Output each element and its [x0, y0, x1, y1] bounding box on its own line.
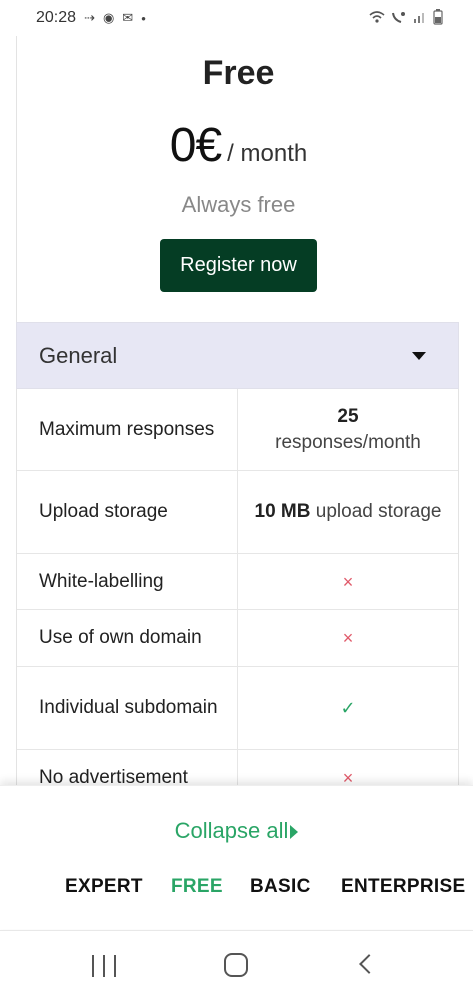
feature-table: Maximum responses 25 responses/month Uplo…	[16, 389, 459, 785]
table-row: Maximum responses 25 responses/month	[17, 389, 458, 471]
feature-value: 10 MB upload storage	[238, 471, 458, 553]
check-icon: ✓	[340, 698, 356, 718]
table-row: Individual subdomain ✓	[17, 667, 458, 750]
status-time: 20:28	[36, 9, 77, 26]
feature-label: Individual subdomain	[17, 667, 238, 749]
register-button[interactable]: Register now	[160, 239, 317, 292]
plan-name: Free	[202, 54, 275, 92]
status-bar: 20:28 ⇢ ◉ ✉ •	[0, 0, 473, 36]
plan-tagline: Always free	[181, 192, 296, 217]
table-row: White-labelling ×	[17, 554, 458, 610]
home-icon[interactable]	[224, 953, 248, 977]
status-right	[369, 8, 443, 28]
dot-icon: •	[141, 10, 146, 26]
play-arrow-icon[interactable]	[290, 825, 299, 840]
record-icon: ◉	[102, 10, 115, 25]
feature-value: ×	[238, 610, 458, 666]
back-icon[interactable]	[359, 954, 379, 974]
feature-value: ✓	[238, 667, 458, 749]
value-text: upload storage	[315, 501, 442, 522]
price-period: / month	[227, 140, 308, 167]
price-row: 0€ / month	[17, 118, 460, 173]
volte-icon	[391, 10, 407, 27]
call-forward-icon: ⇢	[84, 10, 95, 25]
section-header-general[interactable]: General	[16, 322, 459, 389]
signal-icon	[413, 10, 427, 27]
collapse-all-label[interactable]: Collapse all	[175, 818, 289, 843]
cross-icon: ×	[342, 628, 354, 648]
collapse-all-link[interactable]: Collapse all	[0, 818, 473, 844]
feature-label: Maximum responses	[17, 389, 238, 470]
status-left: 20:28 ⇢ ◉ ✉ •	[36, 9, 146, 27]
feature-value: ×	[238, 750, 458, 786]
feature-label: White-labelling	[17, 554, 238, 609]
caret-down-icon[interactable]	[412, 351, 426, 360]
battery-icon	[433, 8, 443, 28]
pricing-card: Free 0€ / month Always free Register now	[16, 36, 459, 322]
section-title: General	[39, 342, 118, 368]
wifi-icon	[369, 10, 385, 27]
table-row: Upload storage 10 MB upload storage	[17, 471, 458, 554]
plan-tabs: EXPERT FREE BASIC ENTERPRISE	[0, 876, 473, 902]
price-value: 0€	[169, 119, 222, 172]
feature-value: ×	[238, 554, 458, 609]
tab-free[interactable]: FREE	[171, 876, 223, 898]
tab-basic[interactable]: BASIC	[250, 876, 311, 898]
feature-label: No advertisement	[17, 750, 238, 785]
feature-label: Use of own domain	[17, 610, 238, 666]
table-row: No advertisement ×	[17, 750, 458, 785]
tab-enterprise[interactable]: ENTERPRISE	[341, 876, 465, 898]
value-bold: 10 MB	[254, 501, 311, 522]
tab-expert[interactable]: EXPERT	[65, 876, 143, 898]
cross-icon: ×	[342, 767, 354, 786]
value-text: responses/month	[275, 431, 421, 453]
recent-apps-icon[interactable]	[92, 955, 116, 977]
plan-switcher-panel: Collapse all EXPERT FREE BASIC ENTERPRIS…	[0, 785, 473, 929]
table-row: Use of own domain ×	[17, 610, 458, 667]
feature-value: 25 responses/month	[238, 389, 458, 470]
value-bold: 25	[337, 405, 359, 427]
system-nav-bar	[0, 930, 473, 1000]
cross-icon: ×	[342, 571, 354, 592]
feature-label: Upload storage	[17, 471, 238, 553]
mail-icon: ✉	[122, 10, 134, 25]
